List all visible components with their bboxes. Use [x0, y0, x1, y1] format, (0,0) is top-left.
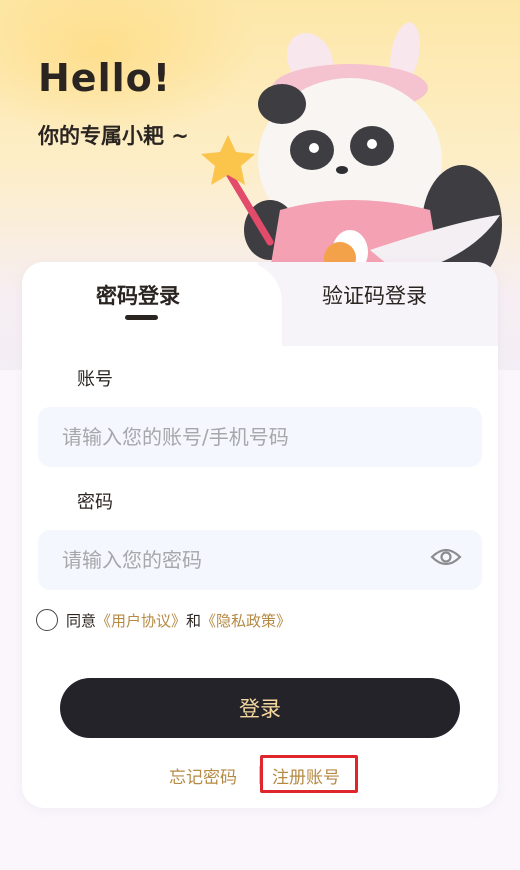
tab-password-login[interactable]: 密码登录	[96, 280, 180, 310]
forgot-password-link[interactable]: 忘记密码	[169, 763, 237, 788]
privacy-policy-link[interactable]: 《隐私政策》	[201, 610, 291, 631]
login-button[interactable]: 登录	[60, 678, 460, 738]
password-label: 密码	[77, 492, 113, 513]
user-agreement-link[interactable]: 《用户协议》	[96, 610, 186, 631]
hero-subtitle: 你的专属小耙 ~	[38, 124, 189, 148]
agreement-prefix: 同意	[66, 611, 97, 630]
eye-icon[interactable]	[430, 545, 462, 569]
agreement-and: 和	[186, 611, 202, 630]
agreement-row: 同意 《用户协议》 和 《隐私政策》	[36, 608, 291, 632]
hero-title: Hello!	[38, 56, 172, 100]
tab-code-login[interactable]: 验证码登录	[322, 280, 427, 310]
register-highlight-box	[260, 755, 358, 793]
agreement-radio[interactable]	[36, 609, 58, 631]
password-input[interactable]	[38, 530, 482, 590]
tab-active-indicator	[125, 315, 158, 320]
account-input[interactable]	[38, 407, 482, 467]
account-label: 账号	[77, 369, 113, 390]
